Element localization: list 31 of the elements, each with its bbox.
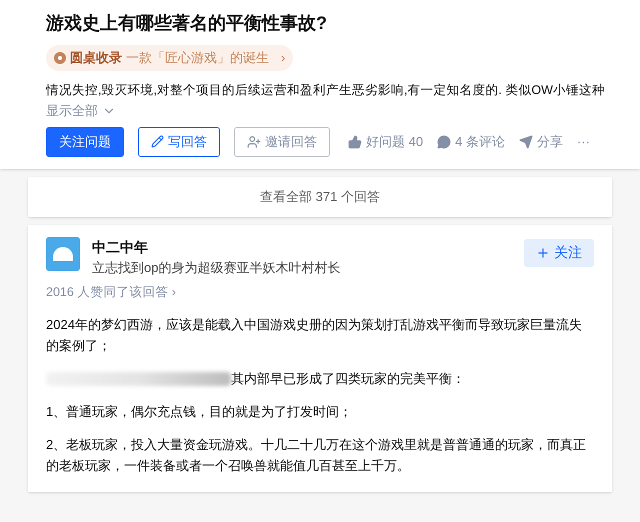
question-description: 情况失控,毁灭环境,对整个项目的后续运营和盈利产生恶劣影响,有一定知名度的. 类似OW小锤这种 [46, 82, 606, 99]
plus-icon [536, 246, 550, 260]
action-button[interactable]: 关注问题 [46, 126, 124, 156]
stat-button[interactable]: 分享 [518, 132, 563, 152]
tag-label: 圆桌收录 [70, 49, 122, 68]
roundtable-icon [54, 52, 66, 64]
thumbs-up-icon [348, 134, 362, 148]
more-button[interactable]: ··· [576, 132, 590, 152]
pencil-icon [151, 135, 164, 148]
answer-paragraph: 2、老板玩家，投入大量资金玩游戏。十几二十几万在这个游戏里就是普普通通的玩家，而真正的老板玩家，一件装备或者一个召唤兽就能值几百甚至上千万。 [46, 436, 588, 475]
chevron-icon: › [281, 48, 286, 68]
user-icon [247, 134, 261, 148]
send-icon [518, 134, 533, 148]
view-all-answers-button[interactable]: 查看全部 371 个回答 [28, 176, 612, 216]
avatar [46, 236, 80, 270]
question-title: 游戏史上有哪些著名的平衡性事故? [46, 12, 328, 35]
stat-button[interactable]: 4 条评论 [437, 132, 505, 152]
stat-button[interactable]: 好问题 40 [348, 132, 424, 152]
answer-paragraph: 1、普通玩家，偶尔充点钱，目的就是为了打发时间； [46, 403, 354, 421]
roundtable-tag[interactable]: 圆桌收录 一款「匠心游戏」的诞生 › [46, 45, 294, 71]
tag-text: 一款「匠心游戏」的诞生 [126, 49, 269, 68]
comment-icon [437, 134, 452, 148]
answer-paragraph: 2024年的梦幻西游，应该是能载入中国游戏史册的因为策划打乱游戏平衡而导致玩家巨量流失的案例了； [46, 316, 583, 355]
author-bio: 立志找到op的身为超级赛亚半妖木叶村村长 [92, 258, 342, 277]
author-name[interactable]: 中二中年 [92, 236, 524, 258]
show-all-link[interactable]: 显示全部 [46, 101, 116, 120]
action-button[interactable]: 写回答 [138, 126, 220, 156]
answer-paragraph: 其内部早已形成了四类玩家的完美平衡： [231, 370, 465, 388]
follow-button[interactable]: 关注 [524, 238, 594, 266]
action-button[interactable]: 邀请回答 [234, 126, 330, 156]
endorse-link[interactable]: 2016 人赞同了该回答 › [46, 283, 176, 302]
